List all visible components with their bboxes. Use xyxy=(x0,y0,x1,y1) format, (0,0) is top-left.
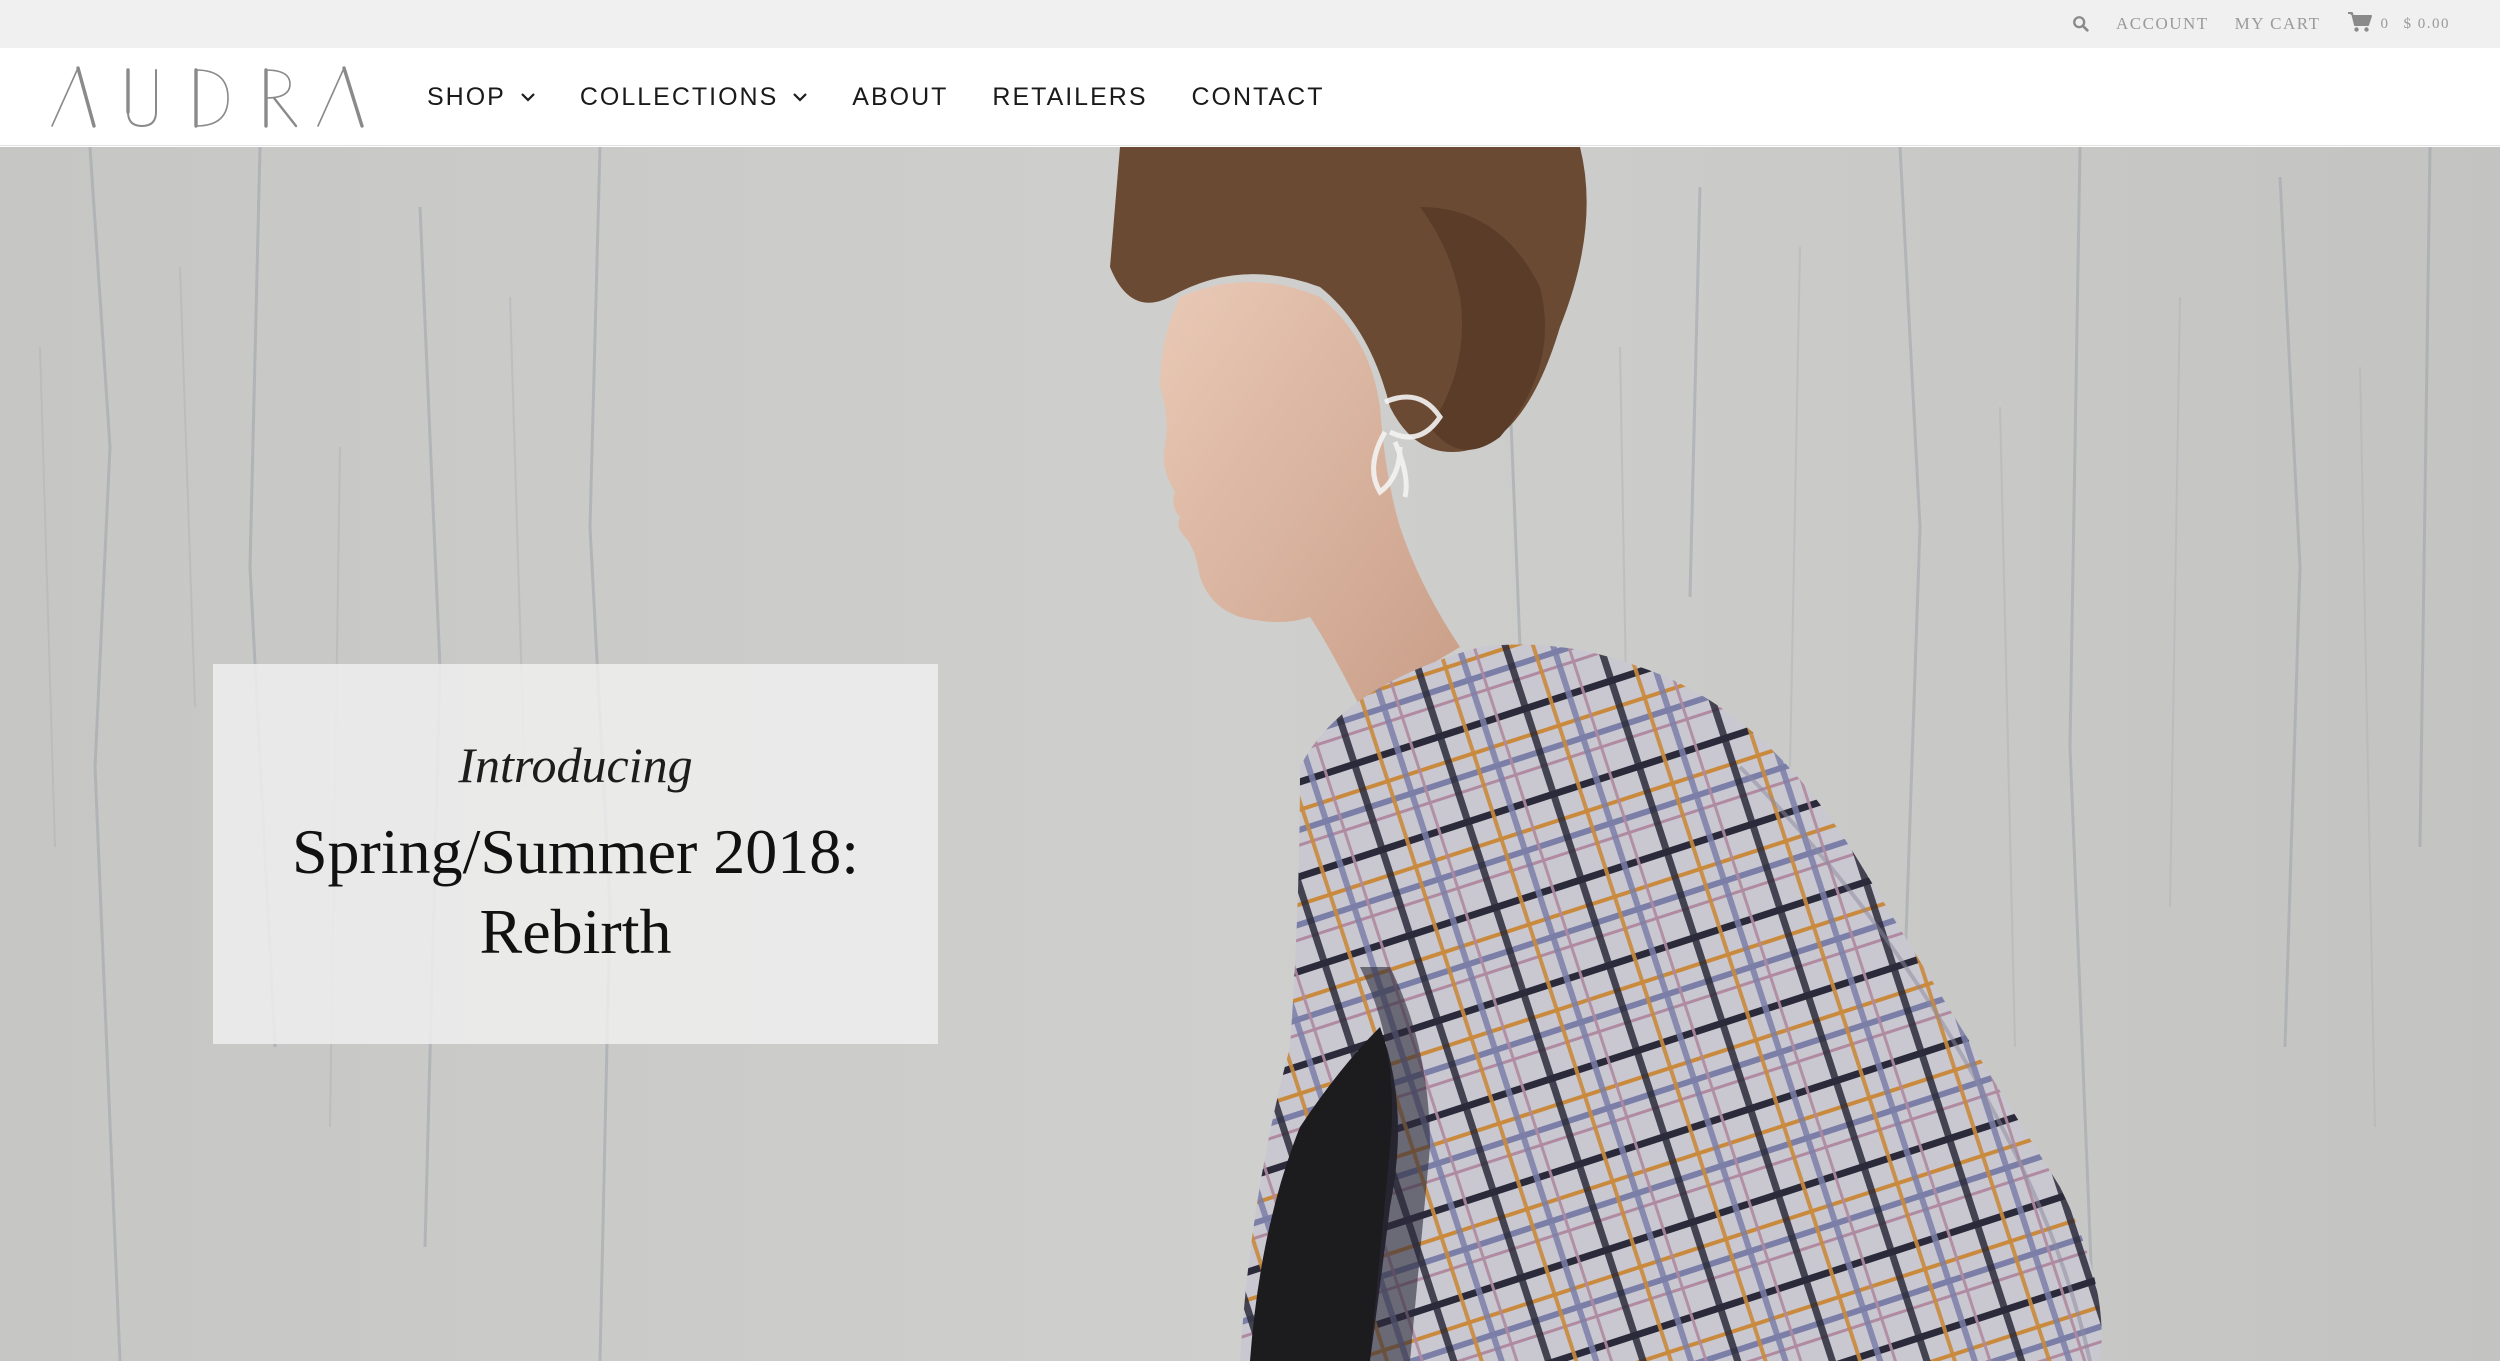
nav-item-contact[interactable]: CONTACT xyxy=(1192,83,1325,112)
nav-label-about: ABOUT xyxy=(852,82,949,111)
cart-count: 0 xyxy=(2380,15,2390,32)
site-header: SHOP COLLECTIONS ABOUT RETAILERS CONTACT xyxy=(0,48,2500,146)
cart-total: $ 0.00 xyxy=(2403,15,2450,32)
audra-logo[interactable] xyxy=(50,64,370,130)
promo-title-line2: Rebirth xyxy=(479,896,672,967)
nav-label-collections: COLLECTIONS xyxy=(579,82,779,111)
promo-kicker: Introducing xyxy=(458,737,693,793)
account-link[interactable]: ACCOUNT xyxy=(2116,14,2209,34)
promo-title-line1: Spring/Summer 2018: xyxy=(291,816,860,887)
nav-item-shop[interactable]: SHOP xyxy=(427,83,536,112)
chevron-down-icon xyxy=(792,92,808,102)
nav-item-retailers[interactable]: RETAILERS xyxy=(992,83,1147,112)
nav-item-about[interactable]: ABOUT xyxy=(852,83,948,112)
logo-wordmark xyxy=(51,66,364,128)
hero-banner[interactable]: Introducing Spring/Summer 2018: Rebirth xyxy=(0,147,2500,1361)
cart-summary[interactable]: 0 $ 0.00 xyxy=(2347,11,2451,38)
nav-item-collections[interactable]: COLLECTIONS xyxy=(580,83,808,112)
search-icon[interactable] xyxy=(2072,15,2090,33)
my-cart-link[interactable]: MY CART xyxy=(2235,14,2321,34)
utility-bar: ACCOUNT MY CART 0 $ 0.00 xyxy=(0,0,2500,48)
promo-box[interactable]: Introducing Spring/Summer 2018: Rebirth xyxy=(213,664,938,1044)
nav-label-shop: SHOP xyxy=(427,82,506,111)
nav-label-contact: CONTACT xyxy=(1191,82,1325,111)
main-nav: SHOP COLLECTIONS ABOUT RETAILERS CONTACT xyxy=(427,48,1368,146)
chevron-down-icon xyxy=(520,92,536,102)
cart-icon[interactable] xyxy=(2347,11,2373,38)
nav-label-retailers: RETAILERS xyxy=(992,82,1148,111)
